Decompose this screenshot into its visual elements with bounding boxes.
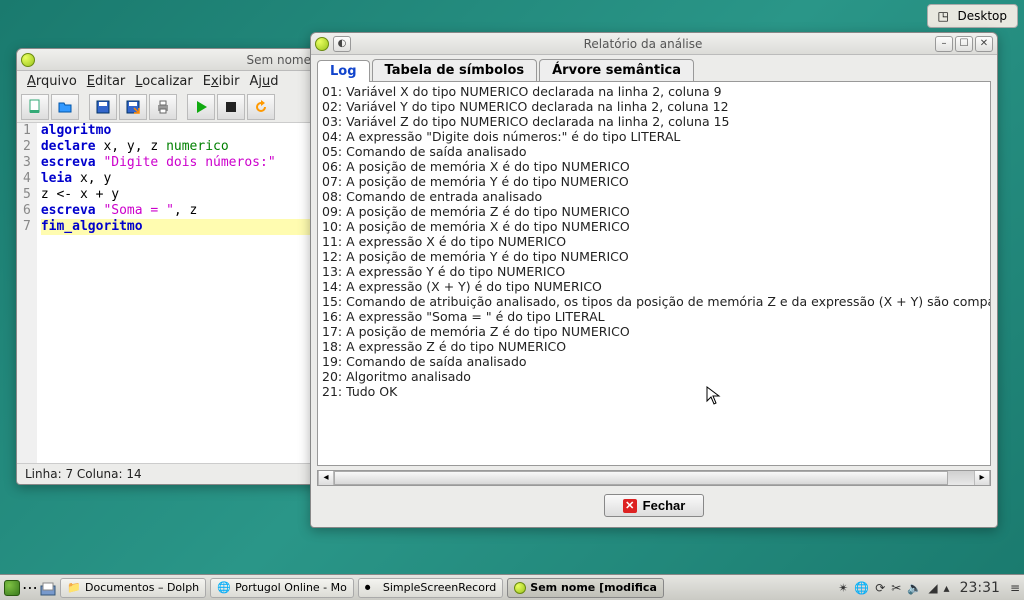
dialog-titlebar[interactable]: ◐ Relatório da análise – ☐ ✕ bbox=[311, 33, 997, 55]
log-output[interactable]: 01: Variável X do tipo NUMERICO declarad… bbox=[317, 81, 991, 466]
task-item-recorder[interactable]: ⏺ SimpleScreenRecord bbox=[358, 578, 503, 598]
desktop-switcher[interactable]: ◳ Desktop bbox=[927, 4, 1019, 28]
scroll-left-icon[interactable]: ◂ bbox=[318, 471, 334, 485]
reload-button[interactable] bbox=[247, 94, 275, 120]
save-as-button[interactable] bbox=[119, 94, 147, 120]
desktop-icon: ◳ bbox=[938, 9, 952, 23]
show-desktop-icon[interactable] bbox=[40, 580, 56, 596]
desktop-label: Desktop bbox=[958, 9, 1008, 23]
start-menu-button[interactable] bbox=[4, 580, 20, 596]
log-line: 11: A expressão X é do tipo NUMERICO bbox=[322, 234, 986, 249]
log-line: 14: A expressão (X + Y) é do tipo NUMERI… bbox=[322, 279, 986, 294]
horizontal-scrollbar[interactable]: ◂ ▸ bbox=[317, 470, 991, 486]
menu-help[interactable]: Ajud bbox=[245, 73, 282, 90]
log-line: 16: A expressão "Soma = " é do tipo LITE… bbox=[322, 309, 986, 324]
log-line: 09: A posição de memória Z é do tipo NUM… bbox=[322, 204, 986, 219]
app-icon bbox=[21, 53, 35, 67]
minimize-button[interactable]: – bbox=[935, 36, 953, 52]
task-item-portugol[interactable]: 🌐 Portugol Online - Mo bbox=[210, 578, 354, 598]
tray-update-icon[interactable]: ⟳ bbox=[875, 581, 885, 595]
tray-clipboard-icon[interactable]: ✂ bbox=[891, 581, 901, 595]
tab-symbols[interactable]: Tabela de símbolos bbox=[372, 59, 538, 81]
log-line: 06: A posição de memória X é do tipo NUM… bbox=[322, 159, 986, 174]
tray-bug-icon[interactable]: ✴ bbox=[838, 581, 848, 595]
log-line: 18: A expressão Z é do tipo NUMERICO bbox=[322, 339, 986, 354]
log-line: 07: A posição de memória Y é do tipo NUM… bbox=[322, 174, 986, 189]
log-line: 17: A posição de memória Z é do tipo NUM… bbox=[322, 324, 986, 339]
log-line: 04: A expressão "Digite dois números:" é… bbox=[322, 129, 986, 144]
new-button[interactable] bbox=[21, 94, 49, 120]
log-line: 21: Tudo OK bbox=[322, 384, 986, 399]
run-button[interactable] bbox=[187, 94, 215, 120]
log-line: 15: Comando de atribuição analisado, os … bbox=[322, 294, 986, 309]
tab-tree[interactable]: Árvore semântica bbox=[539, 59, 694, 81]
tray-globe-icon[interactable]: 🌐 bbox=[854, 581, 869, 595]
window-roll-icon[interactable]: ◐ bbox=[333, 36, 351, 52]
record-icon: ⏺ bbox=[365, 581, 379, 595]
log-line: 20: Algoritmo analisado bbox=[322, 369, 986, 384]
close-label: Fechar bbox=[643, 498, 686, 513]
log-line: 19: Comando de saída analisado bbox=[322, 354, 986, 369]
analysis-dialog: ◐ Relatório da análise – ☐ ✕ Log Tabela … bbox=[310, 32, 998, 528]
tray-menu-icon[interactable]: ≡ bbox=[1010, 581, 1020, 595]
tray-network-icon[interactable]: ◢ bbox=[928, 581, 937, 595]
save-button[interactable] bbox=[89, 94, 117, 120]
close-window-button[interactable]: ✕ bbox=[975, 36, 993, 52]
log-line: 02: Variável Y do tipo NUMERICO declarad… bbox=[322, 99, 986, 114]
scroll-thumb[interactable] bbox=[334, 471, 948, 485]
log-line: 10: A posição de memória X é do tipo NUM… bbox=[322, 219, 986, 234]
system-tray: ✴ 🌐 ⟳ ✂ 🔈 ◢ ▴ 23:31 ≡ bbox=[838, 580, 1020, 596]
tray-volume-icon[interactable]: 🔈 bbox=[907, 581, 922, 595]
stop-button[interactable] bbox=[217, 94, 245, 120]
log-line: 01: Variável X do tipo NUMERICO declarad… bbox=[322, 84, 986, 99]
log-line: 12: A posição de memória Y é do tipo NUM… bbox=[322, 249, 986, 264]
line-gutter: 1234567 bbox=[17, 123, 37, 463]
log-line: 03: Variável Z do tipo NUMERICO declarad… bbox=[322, 114, 986, 129]
task-item-documents[interactable]: 📁 Documentos – Dolph bbox=[60, 578, 206, 598]
close-icon: ✕ bbox=[623, 499, 637, 513]
task-item-editor[interactable]: Sem nome [modifica bbox=[507, 578, 664, 598]
menu-find[interactable]: Localizar bbox=[131, 73, 196, 90]
scroll-right-icon[interactable]: ▸ bbox=[974, 471, 990, 485]
close-dialog-button[interactable]: ✕ Fechar bbox=[604, 494, 705, 517]
scroll-track[interactable] bbox=[334, 471, 974, 485]
open-button[interactable] bbox=[51, 94, 79, 120]
tab-log[interactable]: Log bbox=[317, 60, 370, 82]
dialog-app-icon bbox=[315, 37, 329, 51]
browser-icon: 🌐 bbox=[217, 581, 231, 595]
dialog-tabs: Log Tabela de símbolos Árvore semântica bbox=[311, 55, 997, 81]
mouse-cursor bbox=[706, 386, 722, 406]
print-button[interactable] bbox=[149, 94, 177, 120]
maximize-button[interactable]: ☐ bbox=[955, 36, 973, 52]
menu-file[interactable]: Arquivo bbox=[23, 73, 81, 90]
log-line: 13: A expressão Y é do tipo NUMERICO bbox=[322, 264, 986, 279]
folder-icon: 📁 bbox=[67, 581, 81, 595]
clock[interactable]: 23:31 bbox=[956, 580, 1004, 596]
editor-task-icon bbox=[514, 582, 526, 594]
menu-view[interactable]: Exibir bbox=[199, 73, 244, 90]
log-line: 08: Comando de entrada analisado bbox=[322, 189, 986, 204]
menu-edit[interactable]: Editar bbox=[83, 73, 130, 90]
taskbar: ⋯ 📁 Documentos – Dolph 🌐 Portugol Online… bbox=[0, 574, 1024, 600]
dialog-title: Relatório da análise bbox=[351, 37, 935, 51]
launcher-icon[interactable]: ⋯ bbox=[22, 578, 38, 597]
tray-arrow-icon[interactable]: ▴ bbox=[944, 581, 950, 595]
log-line: 05: Comando de saída analisado bbox=[322, 144, 986, 159]
